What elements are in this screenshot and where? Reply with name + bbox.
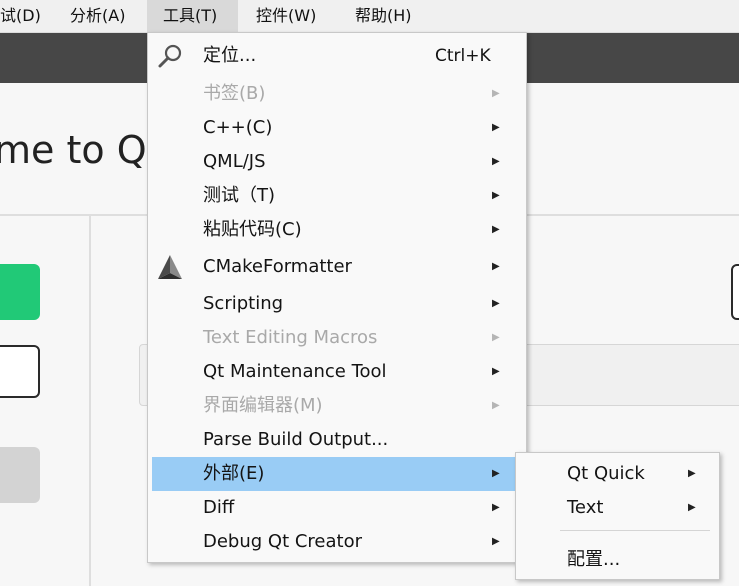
chevron-right-icon: ▶: [688, 468, 696, 479]
chevron-right-icon: ▶: [492, 332, 500, 343]
menu-item-label: Debug Qt Creator: [203, 531, 363, 552]
menu-separator: [560, 530, 710, 531]
divider: [89, 216, 91, 586]
menu-item-label: Diff: [203, 497, 235, 518]
external-submenu: Qt Quick ▶ Text ▶ 配置...: [515, 452, 720, 580]
menu-item-locate[interactable]: 定位... Ctrl+K: [152, 39, 522, 73]
menu-help[interactable]: 帮助(H): [347, 0, 420, 32]
menu-item-label: CMakeFormatter: [203, 256, 352, 277]
menu-item-label: 外部(E): [203, 463, 265, 484]
menu-item-debug-qt-creator[interactable]: Debug Qt Creator ▶: [152, 525, 522, 559]
chevron-right-icon: ▶: [492, 122, 500, 133]
menu-item-label: 粘贴代码(C): [203, 219, 302, 240]
chevron-right-icon: ▶: [492, 224, 500, 235]
menu-controls[interactable]: 控件(W): [248, 0, 324, 32]
menu-item-label: 测试（T): [203, 185, 276, 206]
submenu-item-label: Text: [567, 497, 604, 518]
menu-item-test[interactable]: 测试（T) ▶: [152, 179, 522, 213]
menu-bar: 试(D) 分析(A) 工具(T) 控件(W) 帮助(H): [0, 0, 739, 33]
menu-tools[interactable]: 工具(T): [147, 0, 238, 32]
menu-item-scripting[interactable]: Scripting ▶: [152, 287, 522, 321]
search-icon: [158, 44, 182, 68]
menu-item-paste-code[interactable]: 粘贴代码(C) ▶: [152, 213, 522, 247]
side-button[interactable]: [731, 264, 739, 320]
cmake-icon: [158, 255, 182, 279]
chevron-right-icon: ▶: [492, 88, 500, 99]
chevron-right-icon: ▶: [492, 261, 500, 272]
menu-item-label: Text Editing Macros: [203, 327, 378, 348]
menu-item-label: Qt Maintenance Tool: [203, 361, 387, 382]
menu-item-parse-build-output[interactable]: Parse Build Output...: [152, 423, 522, 457]
menu-item-form-editor[interactable]: 界面编辑器(M) ▶: [152, 389, 522, 423]
chevron-right-icon: ▶: [492, 190, 500, 201]
submenu-item-configure[interactable]: 配置...: [520, 543, 715, 577]
menu-item-label: Scripting: [203, 293, 284, 314]
create-project-button[interactable]: [0, 264, 40, 320]
submenu-item-label: Qt Quick: [567, 463, 645, 484]
menu-item-label: 界面编辑器(M): [203, 395, 323, 416]
chevron-right-icon: ▶: [492, 156, 500, 167]
chevron-right-icon: ▶: [492, 400, 500, 411]
welcome-title: me to Qt: [0, 128, 162, 172]
submenu-item-text[interactable]: Text ▶: [520, 491, 715, 525]
chevron-right-icon: ▶: [492, 536, 500, 547]
menu-item-qmljs[interactable]: QML/JS ▶: [152, 145, 522, 179]
menu-item-cmakeformatter[interactable]: CMakeFormatter ▶: [152, 250, 522, 284]
menu-item-external[interactable]: 外部(E) ▶: [152, 457, 522, 491]
secondary-button[interactable]: [0, 447, 40, 503]
menu-item-label: QML/JS: [203, 151, 266, 172]
submenu-item-qt-quick[interactable]: Qt Quick ▶: [520, 457, 715, 491]
menu-item-bookmarks[interactable]: 书签(B) ▶: [152, 77, 522, 111]
menu-item-qt-maintenance-tool[interactable]: Qt Maintenance Tool ▶: [152, 355, 522, 389]
chevron-right-icon: ▶: [492, 468, 500, 479]
menu-item-cpp[interactable]: C++(C) ▶: [152, 111, 522, 145]
menu-item-label: C++(C): [203, 117, 273, 138]
menu-item-label: 书签(B): [203, 83, 266, 104]
chevron-right-icon: ▶: [492, 502, 500, 513]
chevron-right-icon: ▶: [492, 298, 500, 309]
menu-item-diff[interactable]: Diff ▶: [152, 491, 522, 525]
menu-item-label: Parse Build Output...: [203, 429, 389, 450]
chevron-right-icon: ▶: [492, 366, 500, 377]
shortcut-label: Ctrl+K: [435, 46, 491, 66]
menu-item-label: 定位...: [203, 45, 257, 66]
tools-menu: 定位... Ctrl+K 书签(B) ▶ C++(C) ▶ QML/JS ▶ 测…: [147, 32, 527, 563]
menu-item-text-editing-macros[interactable]: Text Editing Macros ▶: [152, 321, 522, 355]
open-project-button[interactable]: [0, 345, 40, 398]
menu-analyze[interactable]: 分析(A): [62, 0, 133, 32]
submenu-item-label: 配置...: [567, 549, 621, 570]
menu-debug[interactable]: 试(D): [0, 0, 49, 32]
chevron-right-icon: ▶: [688, 502, 696, 513]
